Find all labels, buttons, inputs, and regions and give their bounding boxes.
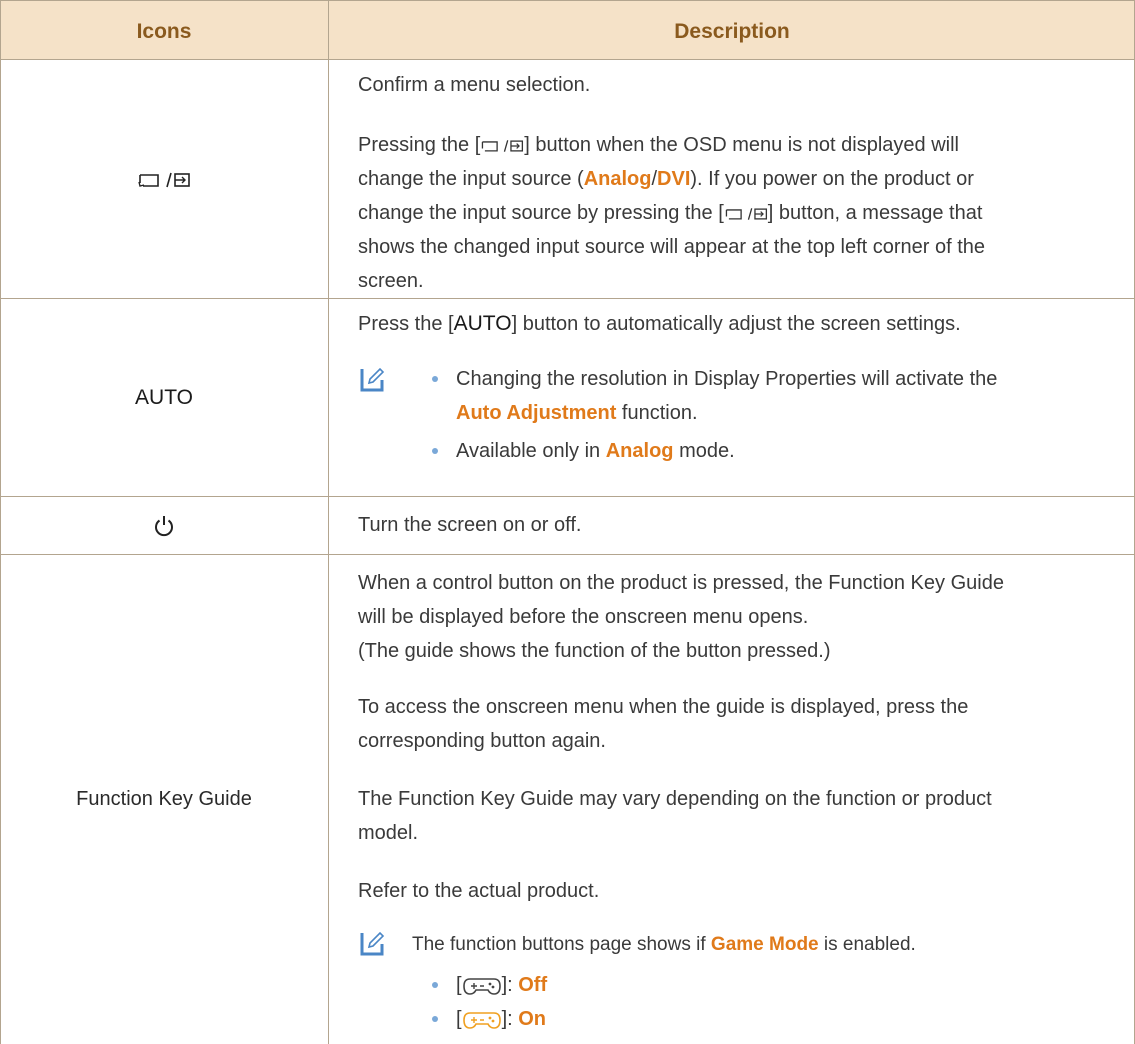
note-pencil-icon: [360, 367, 385, 392]
text: screen.: [358, 270, 424, 292]
text: ] button to automatically adjust the scr…: [511, 313, 961, 335]
off-label: Off: [518, 974, 548, 996]
source-enter-icon-cell: [0, 61, 328, 298]
note-pencil-icon: [360, 931, 385, 956]
analog-highlight: Analog: [605, 440, 674, 462]
gamepad-on-icon: [462, 1011, 501, 1029]
guide-desc-p2: To access the onscreen menu when the gui…: [358, 690, 1118, 758]
bullet: [432, 376, 438, 382]
text: change the input source by pressing the …: [358, 202, 724, 224]
gamepad-off-icon: [462, 977, 501, 995]
text: model.: [358, 822, 419, 844]
text: ]:: [501, 974, 519, 996]
text: ). If you power on the product or: [690, 168, 974, 190]
guide-desc-p3: The Function Key Guide may vary dependin…: [358, 782, 1118, 850]
table-header: Icons Description: [0, 0, 1135, 60]
power-desc: Turn the screen on or off.: [358, 514, 582, 536]
dvi-highlight: DVI: [657, 168, 691, 190]
source-desc-p1: Confirm a menu selection.: [358, 74, 591, 96]
game-mode-on-item: []: On: [456, 1002, 856, 1036]
auto-desc-p1: Press the [AUTO] button to automatically…: [358, 307, 1118, 341]
text: Press the [: [358, 313, 454, 335]
text: The Function Key Guide may vary dependin…: [358, 788, 992, 810]
text: will be displayed before the onscreen me…: [358, 606, 809, 628]
auto-icon-cell: AUTO: [0, 299, 328, 496]
text: To access the onscreen menu when the gui…: [358, 696, 969, 718]
header-description: Description: [674, 20, 790, 43]
game-mode-off-item: []: Off: [456, 968, 856, 1002]
game-mode-highlight: Game Mode: [710, 934, 819, 955]
column-divider: [328, 0, 329, 1044]
auto-label: AUTO: [135, 385, 193, 409]
text: The function buttons page shows if: [412, 934, 711, 955]
icons-description-table: Icons Description Confirm a menu selecti…: [0, 0, 1135, 1044]
text: When a control button on the product is …: [358, 572, 1004, 594]
bullet: [432, 982, 438, 988]
text: Changing the resolution in Display Prope…: [456, 368, 998, 390]
source-enter-icon: [725, 207, 767, 220]
header-icons: Icons: [136, 20, 192, 43]
function-key-guide-cell: Function Key Guide: [0, 555, 328, 1044]
power-icon-cell: [0, 497, 328, 554]
game-mode-note: The function buttons page shows if Game …: [412, 928, 1112, 962]
auto-bullet-2: Available only in Analog mode.: [456, 434, 1116, 468]
auto-adjustment-highlight: Auto Adjustment: [456, 402, 617, 424]
text: shows the changed input source will appe…: [358, 236, 986, 258]
text: function.: [616, 402, 698, 424]
bullet: [432, 448, 438, 454]
guide-desc-p4: Refer to the actual product.: [358, 880, 600, 902]
function-key-guide-label: Function Key Guide: [76, 788, 252, 810]
text: ]:: [501, 1008, 519, 1030]
auto-key: AUTO: [453, 312, 512, 335]
text: Available only in: [456, 440, 606, 462]
text: mode.: [673, 440, 735, 462]
text: is enabled.: [818, 934, 916, 955]
source-enter-icon: [482, 139, 524, 152]
text: corresponding button again.: [358, 730, 606, 752]
source-enter-icon: [138, 172, 190, 187]
analog-highlight: Analog: [583, 168, 652, 190]
text: Pressing the [: [358, 134, 481, 156]
text: ] button, a message that: [767, 202, 983, 224]
text: ] button when the OSD menu is not displa…: [524, 134, 959, 156]
on-label: On: [518, 1008, 547, 1030]
source-desc-p2: Pressing the [ ] button when the OSD menu…: [358, 128, 1118, 298]
bullet: [432, 1016, 438, 1022]
auto-bullet-1: Changing the resolution in Display Prope…: [456, 362, 1116, 430]
text: change the input source (: [358, 168, 584, 190]
guide-desc-p1: When a control button on the product is …: [358, 566, 1118, 668]
text: (The guide shows the function of the but…: [358, 640, 831, 662]
power-icon: [155, 515, 173, 536]
